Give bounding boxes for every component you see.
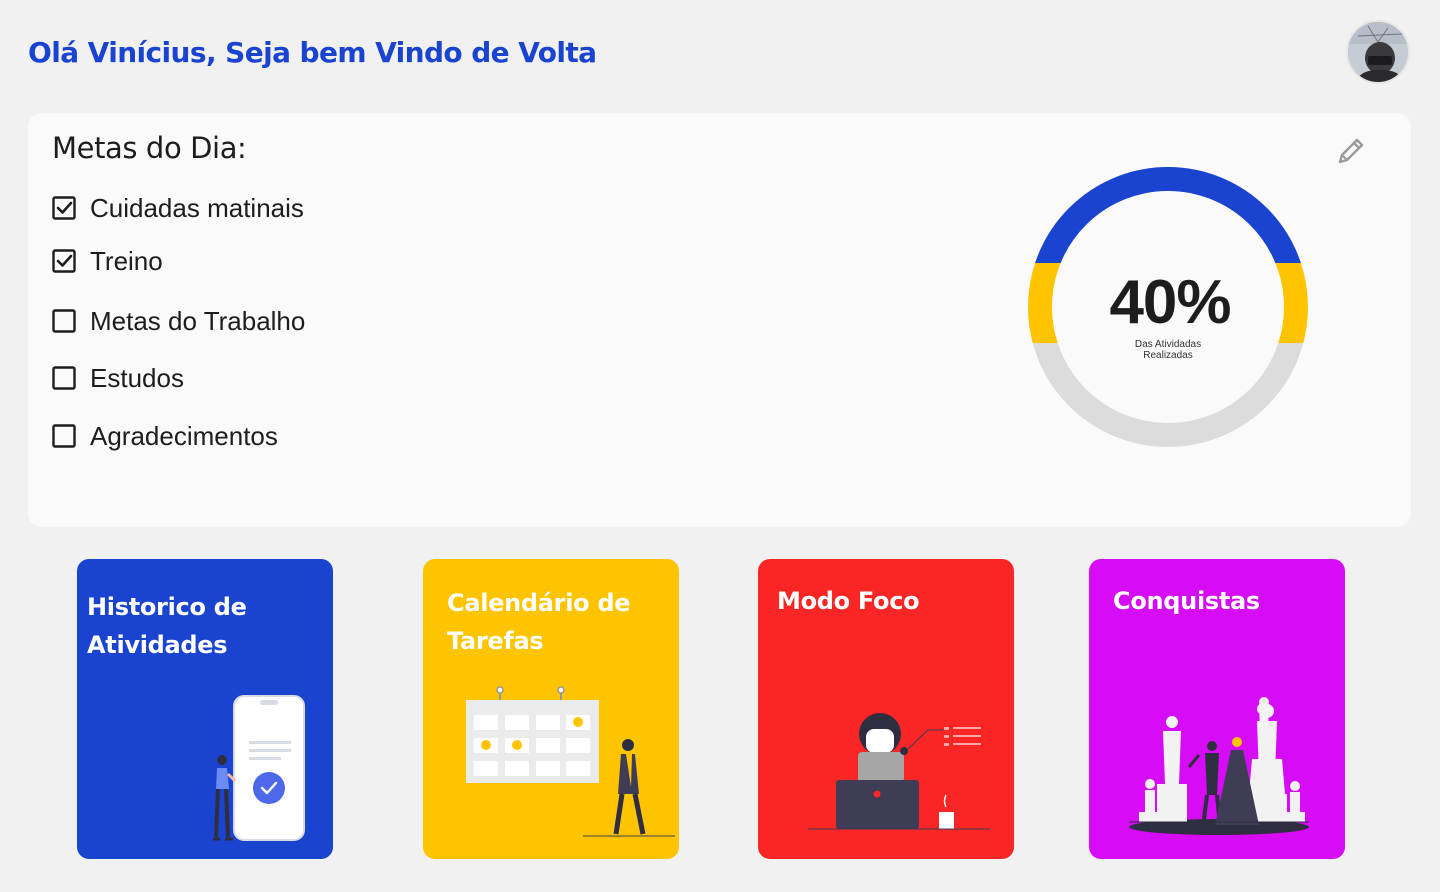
card-title: Calendário de Tarefas: [447, 584, 631, 660]
goal-item: Treino: [52, 246, 163, 276]
card-title: Modo Foco: [777, 587, 920, 615]
card-title: Historico de Atividades: [87, 588, 247, 664]
goal-label: Agradecimentos: [90, 420, 278, 451]
card-focus-mode[interactable]: Modo Foco: [758, 559, 1014, 859]
progress-percentage: 40%: [1109, 268, 1231, 337]
card-title-line: Historico de: [87, 593, 247, 621]
card-activity-history[interactable]: Historico de Atividades: [77, 559, 333, 859]
goal-item: Cuidadas matinais: [52, 193, 304, 223]
progress-caption-line: Realizadas: [1143, 350, 1193, 361]
checkbox-unchecked-icon[interactable]: [52, 366, 76, 390]
progress-caption: Das Atividadas Realizadas: [1128, 339, 1208, 361]
progress-caption-line: Das Atividadas: [1134, 339, 1202, 350]
card-title-line: Atividades: [87, 631, 228, 659]
user-avatar[interactable]: [1346, 20, 1410, 84]
goal-item: Metas do Trabalho: [52, 306, 305, 336]
greeting-title: Olá Vinícius, Seja bem Vindo de Volta: [28, 36, 597, 69]
card-achievements[interactable]: Conquistas: [1089, 559, 1345, 859]
goal-item: Estudos: [52, 363, 184, 393]
goal-label: Metas do Trabalho: [90, 305, 306, 336]
card-title: Conquistas: [1113, 587, 1260, 615]
checkbox-unchecked-icon[interactable]: [52, 309, 76, 333]
edit-goals-button[interactable]: [1331, 131, 1371, 171]
card-task-calendar[interactable]: Calendário de Tarefas: [423, 559, 679, 859]
progress-donut: 40% Das Atividadas Realizadas: [1028, 167, 1308, 447]
goals-title: Metas do Dia:: [52, 131, 247, 165]
daily-goals-card: Metas do Dia: Cuidadas matinais Treino M…: [28, 113, 1411, 527]
pencil-icon: [1338, 138, 1364, 164]
card-title-line: Tarefas: [447, 627, 544, 655]
goal-label: Estudos: [90, 362, 184, 393]
avatar-photo: [1348, 22, 1408, 82]
card-title-line: Calendário de: [447, 589, 631, 617]
checkbox-checked-icon[interactable]: [52, 249, 76, 273]
checkbox-unchecked-icon[interactable]: [52, 424, 76, 448]
checkbox-checked-icon[interactable]: [52, 196, 76, 220]
goal-label: Treino: [90, 245, 163, 276]
goal-item: Agradecimentos: [52, 421, 278, 451]
goal-label: Cuidadas matinais: [90, 192, 304, 223]
